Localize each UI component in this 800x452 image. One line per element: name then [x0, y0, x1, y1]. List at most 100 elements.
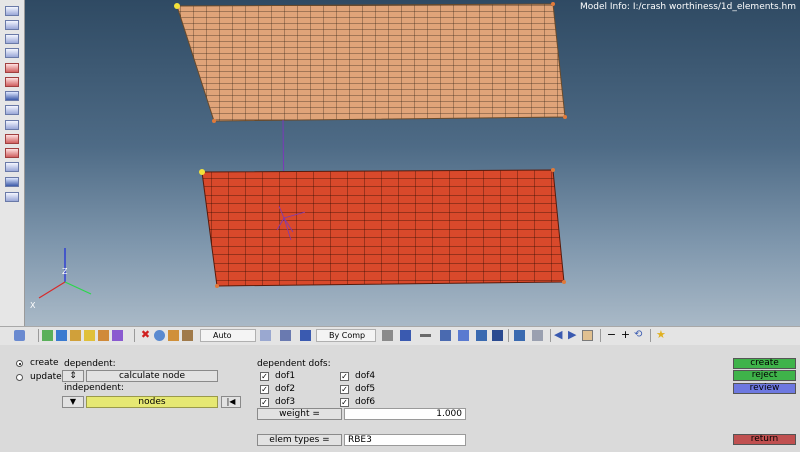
- dof5-checkbox[interactable]: ✓: [340, 385, 349, 394]
- toolbar-separator: [550, 329, 551, 342]
- graphics-viewport[interactable]: Model Info: I:/crash worthiness/1d_eleme…: [25, 0, 800, 326]
- transparency-icon[interactable]: [532, 330, 543, 341]
- lower-shell-mesh[interactable]: [201, 169, 565, 287]
- toolbar-separator: [650, 329, 651, 342]
- clip-icon[interactable]: [5, 162, 19, 172]
- undo-view-icon[interactable]: [582, 330, 593, 341]
- dof3-checkbox[interactable]: ✓: [260, 398, 269, 407]
- shade-icon[interactable]: [260, 330, 271, 341]
- loads-icon[interactable]: [98, 330, 109, 341]
- weight-button[interactable]: weight =: [257, 408, 342, 420]
- toolbar-separator: [134, 329, 135, 342]
- view-left-icon[interactable]: [5, 34, 19, 44]
- window-icon[interactable]: [5, 192, 19, 202]
- node-marker[interactable]: [562, 280, 566, 284]
- section-icon[interactable]: [5, 177, 19, 187]
- view-bottom-icon[interactable]: [5, 77, 19, 87]
- systems-icon[interactable]: [112, 330, 123, 341]
- solid-icon[interactable]: [300, 330, 311, 341]
- grid-icon[interactable]: [514, 330, 525, 341]
- dof6-checkbox[interactable]: ✓: [340, 398, 349, 407]
- view-back-icon[interactable]: [5, 20, 19, 30]
- node-marker[interactable]: [563, 115, 567, 119]
- axis-x-label: X: [30, 301, 36, 310]
- favorite-star-icon[interactable]: ★: [656, 329, 667, 341]
- 1d-display-icon[interactable]: [420, 334, 431, 337]
- 3d-display-icon[interactable]: [458, 330, 469, 341]
- wireframe-icon[interactable]: [280, 330, 291, 341]
- view-iso-icon[interactable]: [5, 91, 19, 101]
- weight-input[interactable]: 1.000: [344, 408, 466, 420]
- display-mode-select[interactable]: Auto: [200, 329, 256, 342]
- view-front-icon[interactable]: [5, 6, 19, 16]
- bottom-toolbar: ✖ Auto By Comp ◀ ▶ − + ⟲ ★: [0, 326, 800, 346]
- create-button[interactable]: create: [733, 358, 796, 369]
- reject-button[interactable]: reject: [733, 370, 796, 381]
- calculate-node-button[interactable]: calculate node: [86, 370, 218, 382]
- independent-selector-icon[interactable]: ▼: [62, 396, 84, 408]
- node-marker[interactable]: [174, 3, 180, 9]
- node-marker[interactable]: [199, 169, 205, 175]
- axis-z-label: Z: [62, 267, 68, 276]
- mesh-display-icon[interactable]: [476, 330, 487, 341]
- elem-types-button[interactable]: elem types =: [257, 434, 342, 446]
- model-canvas[interactable]: Z X: [25, 0, 800, 326]
- fit-icon[interactable]: ⟲: [634, 330, 645, 341]
- element-type-icon[interactable]: [400, 330, 411, 341]
- zoom-in-icon[interactable]: +: [620, 329, 631, 341]
- node-marker[interactable]: [215, 284, 219, 288]
- axis-y-line: [64, 281, 92, 295]
- reset-nodes-icon[interactable]: |◀: [221, 396, 241, 408]
- dof4-checkbox[interactable]: ✓: [340, 372, 349, 381]
- arrow-left-icon[interactable]: ◀: [554, 329, 565, 341]
- rbe3-panel: create update dependent: ⇕ calculate nod…: [0, 345, 800, 452]
- node-marker[interactable]: [551, 2, 555, 6]
- create-mode-radio[interactable]: [16, 360, 23, 367]
- numbers-icon[interactable]: [5, 105, 19, 115]
- toolbar-separator: [508, 329, 509, 342]
- axis-x-line: [38, 281, 66, 299]
- mask-icon[interactable]: [154, 330, 165, 341]
- dof2-checkbox[interactable]: ✓: [260, 385, 269, 394]
- review-button[interactable]: review: [733, 383, 796, 394]
- rotate-icon[interactable]: [14, 330, 25, 341]
- color-mode-select[interactable]: By Comp: [316, 329, 376, 342]
- view-top-icon[interactable]: [5, 63, 19, 73]
- dof1-label: dof1: [275, 371, 296, 381]
- element-shape-icon[interactable]: [382, 330, 393, 341]
- screen-icon[interactable]: [492, 330, 503, 341]
- label-abc-alt-icon[interactable]: [5, 148, 19, 158]
- update-mode-radio[interactable]: [16, 374, 23, 381]
- zoom-out-icon[interactable]: −: [606, 329, 617, 341]
- dof2-label: dof2: [275, 384, 296, 394]
- arrow-right-icon[interactable]: ▶: [568, 329, 579, 341]
- upper-shell-mesh[interactable]: [176, 3, 566, 122]
- dof6-label: dof6: [355, 397, 376, 407]
- create-mode-label[interactable]: create: [30, 358, 59, 368]
- label-abc-icon[interactable]: [5, 134, 19, 144]
- elem-types-input[interactable]: RBE3: [344, 434, 466, 446]
- materials-icon[interactable]: [70, 330, 81, 341]
- properties-icon[interactable]: [84, 330, 95, 341]
- view-right-icon[interactable]: [5, 48, 19, 58]
- 2d-display-icon[interactable]: [440, 330, 451, 341]
- node-marker[interactable]: [212, 119, 216, 123]
- node-marker[interactable]: [551, 168, 555, 172]
- delete-icon[interactable]: ✖: [140, 329, 151, 341]
- measure-icon[interactable]: [5, 120, 19, 130]
- update-mode-label[interactable]: update: [30, 372, 62, 382]
- dependent-dofs-label: dependent dofs:: [257, 359, 331, 369]
- unmask-icon[interactable]: [168, 330, 179, 341]
- find-icon[interactable]: [182, 330, 193, 341]
- dependent-toggle-icon[interactable]: ⇕: [62, 370, 84, 382]
- assemblies-icon[interactable]: [56, 330, 67, 341]
- dof3-label: dof3: [275, 397, 296, 407]
- toolbar-separator: [38, 329, 39, 342]
- independent-label: independent:: [64, 383, 124, 393]
- dof4-label: dof4: [355, 371, 376, 381]
- dependent-label: dependent:: [64, 359, 116, 369]
- dof1-checkbox[interactable]: ✓: [260, 372, 269, 381]
- components-icon[interactable]: [42, 330, 53, 341]
- return-button[interactable]: return: [733, 434, 796, 445]
- nodes-selector-button[interactable]: nodes: [86, 396, 218, 408]
